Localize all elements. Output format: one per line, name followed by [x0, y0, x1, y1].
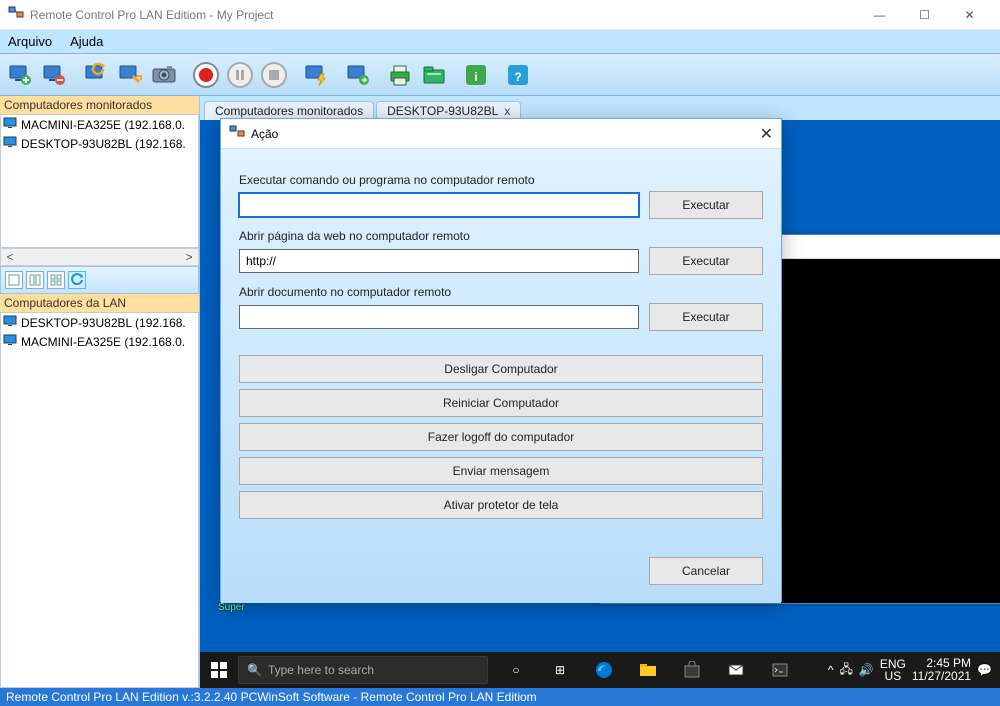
lan-computer-item[interactable]: DESKTOP-93U82BL (192.168.: [1, 313, 198, 332]
tab-strip: Computadores monitorados DESKTOP-93U82BL…: [200, 96, 1000, 120]
list-item-label: DESKTOP-93U82BL (192.168.: [21, 137, 186, 151]
store-icon[interactable]: [674, 652, 710, 688]
mail-icon[interactable]: [718, 652, 754, 688]
dialog-title: Ação: [251, 127, 737, 141]
list-item-label: MACMINI-EA325E (192.168.0.: [21, 118, 185, 132]
monitor-icon: [3, 314, 17, 331]
tab-close-icon[interactable]: x: [504, 104, 510, 118]
send-monitor-icon[interactable]: [342, 59, 374, 91]
search-icon: 🔍: [247, 663, 262, 677]
restart-button[interactable]: Reiniciar Computador: [239, 389, 763, 417]
svg-text:i: i: [474, 70, 477, 84]
send-message-button[interactable]: Enviar mensagem: [239, 457, 763, 485]
status-bar: Remote Control Pro LAN Edition v.:3.2.2.…: [0, 688, 1000, 706]
edge-icon[interactable]: [586, 652, 622, 688]
action-monitor-icon[interactable]: [114, 59, 146, 91]
left-sidebar: Computadores monitorados MACMINI-EA325E …: [0, 96, 200, 688]
menu-arquivo[interactable]: Arquivo: [8, 34, 52, 49]
monitor-icon: [3, 333, 17, 350]
action-dialog: Ação ✕ Executar comando ou programa no c…: [220, 118, 782, 602]
remote-badge: Super: [218, 602, 245, 613]
tray-clock[interactable]: 2:45 PM11/27/2021: [912, 657, 971, 683]
info-icon[interactable]: i: [460, 59, 492, 91]
window-titlebar: Remote Control Pro LAN Editiom - My Proj…: [0, 0, 1000, 30]
main-toolbar: i ?: [0, 54, 1000, 96]
explorer-icon[interactable]: [630, 652, 666, 688]
terminal-icon[interactable]: [762, 652, 798, 688]
cortana-icon[interactable]: ○: [498, 652, 534, 688]
web-url-input[interactable]: [239, 249, 639, 273]
monitor-icon: [3, 135, 17, 152]
window-title: Remote Control Pro LAN Editiom - My Proj…: [30, 8, 857, 22]
lan-panel-header: Computadores da LAN: [0, 294, 199, 312]
tray-language[interactable]: ENGUS: [880, 658, 906, 682]
label-doc: Abrir documento no computador remoto: [239, 285, 763, 299]
remove-monitor-icon[interactable]: [38, 59, 70, 91]
list-item-label: MACMINI-EA325E (192.168.0.: [21, 335, 185, 349]
refresh-icon[interactable]: [68, 271, 86, 289]
monitor-icon: [3, 116, 17, 133]
command-input[interactable]: [239, 193, 639, 217]
folder-icon[interactable]: [418, 59, 450, 91]
monitored-computer-item[interactable]: MACMINI-EA325E (192.168.0.: [1, 115, 198, 134]
window-maximize-button[interactable]: ☐: [902, 0, 947, 30]
document-input[interactable]: [239, 305, 639, 329]
window-minimize-button[interactable]: —: [857, 0, 902, 30]
record-button[interactable]: [190, 59, 222, 91]
help-icon[interactable]: ?: [502, 59, 534, 91]
start-button[interactable]: [200, 652, 238, 688]
dialog-icon: [229, 124, 251, 143]
lan-computer-item[interactable]: MACMINI-EA325E (192.168.0.: [1, 332, 198, 351]
view-grid-icon[interactable]: [47, 271, 65, 289]
logoff-button[interactable]: Fazer logoff do computador: [239, 423, 763, 451]
search-placeholder: Type here to search: [268, 663, 374, 677]
remote-taskbar: 🔍 Type here to search ○ ⊞ ^ 🖧 🔊 ENGU: [200, 652, 1000, 688]
svg-text:?: ?: [514, 70, 521, 84]
monitored-panel-header: Computadores monitorados: [0, 96, 199, 114]
flash-monitor-icon[interactable]: [300, 59, 332, 91]
tray-volume-icon[interactable]: 🔊: [859, 663, 874, 677]
label-web: Abrir página da web no computador remoto: [239, 229, 763, 243]
pause-button[interactable]: [224, 59, 256, 91]
tray-chevron-icon[interactable]: ^: [828, 663, 834, 677]
execute-command-button[interactable]: Executar: [649, 191, 763, 219]
view-split-icon[interactable]: [26, 271, 44, 289]
menubar: Arquivo Ajuda: [0, 30, 1000, 54]
horizontal-scrollbar[interactable]: < >: [0, 248, 199, 266]
scroll-right-arrow[interactable]: >: [180, 250, 198, 264]
sidebar-mini-toolbar: [0, 266, 199, 294]
view-single-icon[interactable]: [5, 271, 23, 289]
cancel-button[interactable]: Cancelar: [649, 557, 763, 585]
taskbar-search[interactable]: 🔍 Type here to search: [238, 656, 488, 684]
tray-network-icon[interactable]: 🖧: [840, 660, 853, 681]
list-item-label: DESKTOP-93U82BL (192.168.: [21, 316, 186, 330]
monitored-computer-item[interactable]: DESKTOP-93U82BL (192.168.: [1, 134, 198, 153]
shutdown-button[interactable]: Desligar Computador: [239, 355, 763, 383]
dialog-close-button[interactable]: ✕: [737, 124, 773, 144]
app-icon: [8, 5, 30, 24]
screensaver-button[interactable]: Ativar protetor de tela: [239, 491, 763, 519]
task-view-icon[interactable]: ⊞: [542, 652, 578, 688]
label-command: Executar comando ou programa no computad…: [239, 173, 763, 187]
status-text: Remote Control Pro LAN Edition v.:3.2.2.…: [6, 690, 537, 704]
menu-ajuda[interactable]: Ajuda: [70, 34, 103, 49]
execute-web-button[interactable]: Executar: [649, 247, 763, 275]
stop-button[interactable]: [258, 59, 290, 91]
scroll-left-arrow[interactable]: <: [1, 250, 19, 264]
tray-notifications-icon[interactable]: 💬: [977, 663, 992, 677]
window-close-button[interactable]: ✕: [947, 0, 992, 30]
execute-doc-button[interactable]: Executar: [649, 303, 763, 331]
print-icon[interactable]: [384, 59, 416, 91]
refresh-monitor-icon[interactable]: [80, 59, 112, 91]
add-monitor-icon[interactable]: [4, 59, 36, 91]
camera-icon[interactable]: [148, 59, 180, 91]
dialog-titlebar: Ação ✕: [221, 119, 781, 149]
